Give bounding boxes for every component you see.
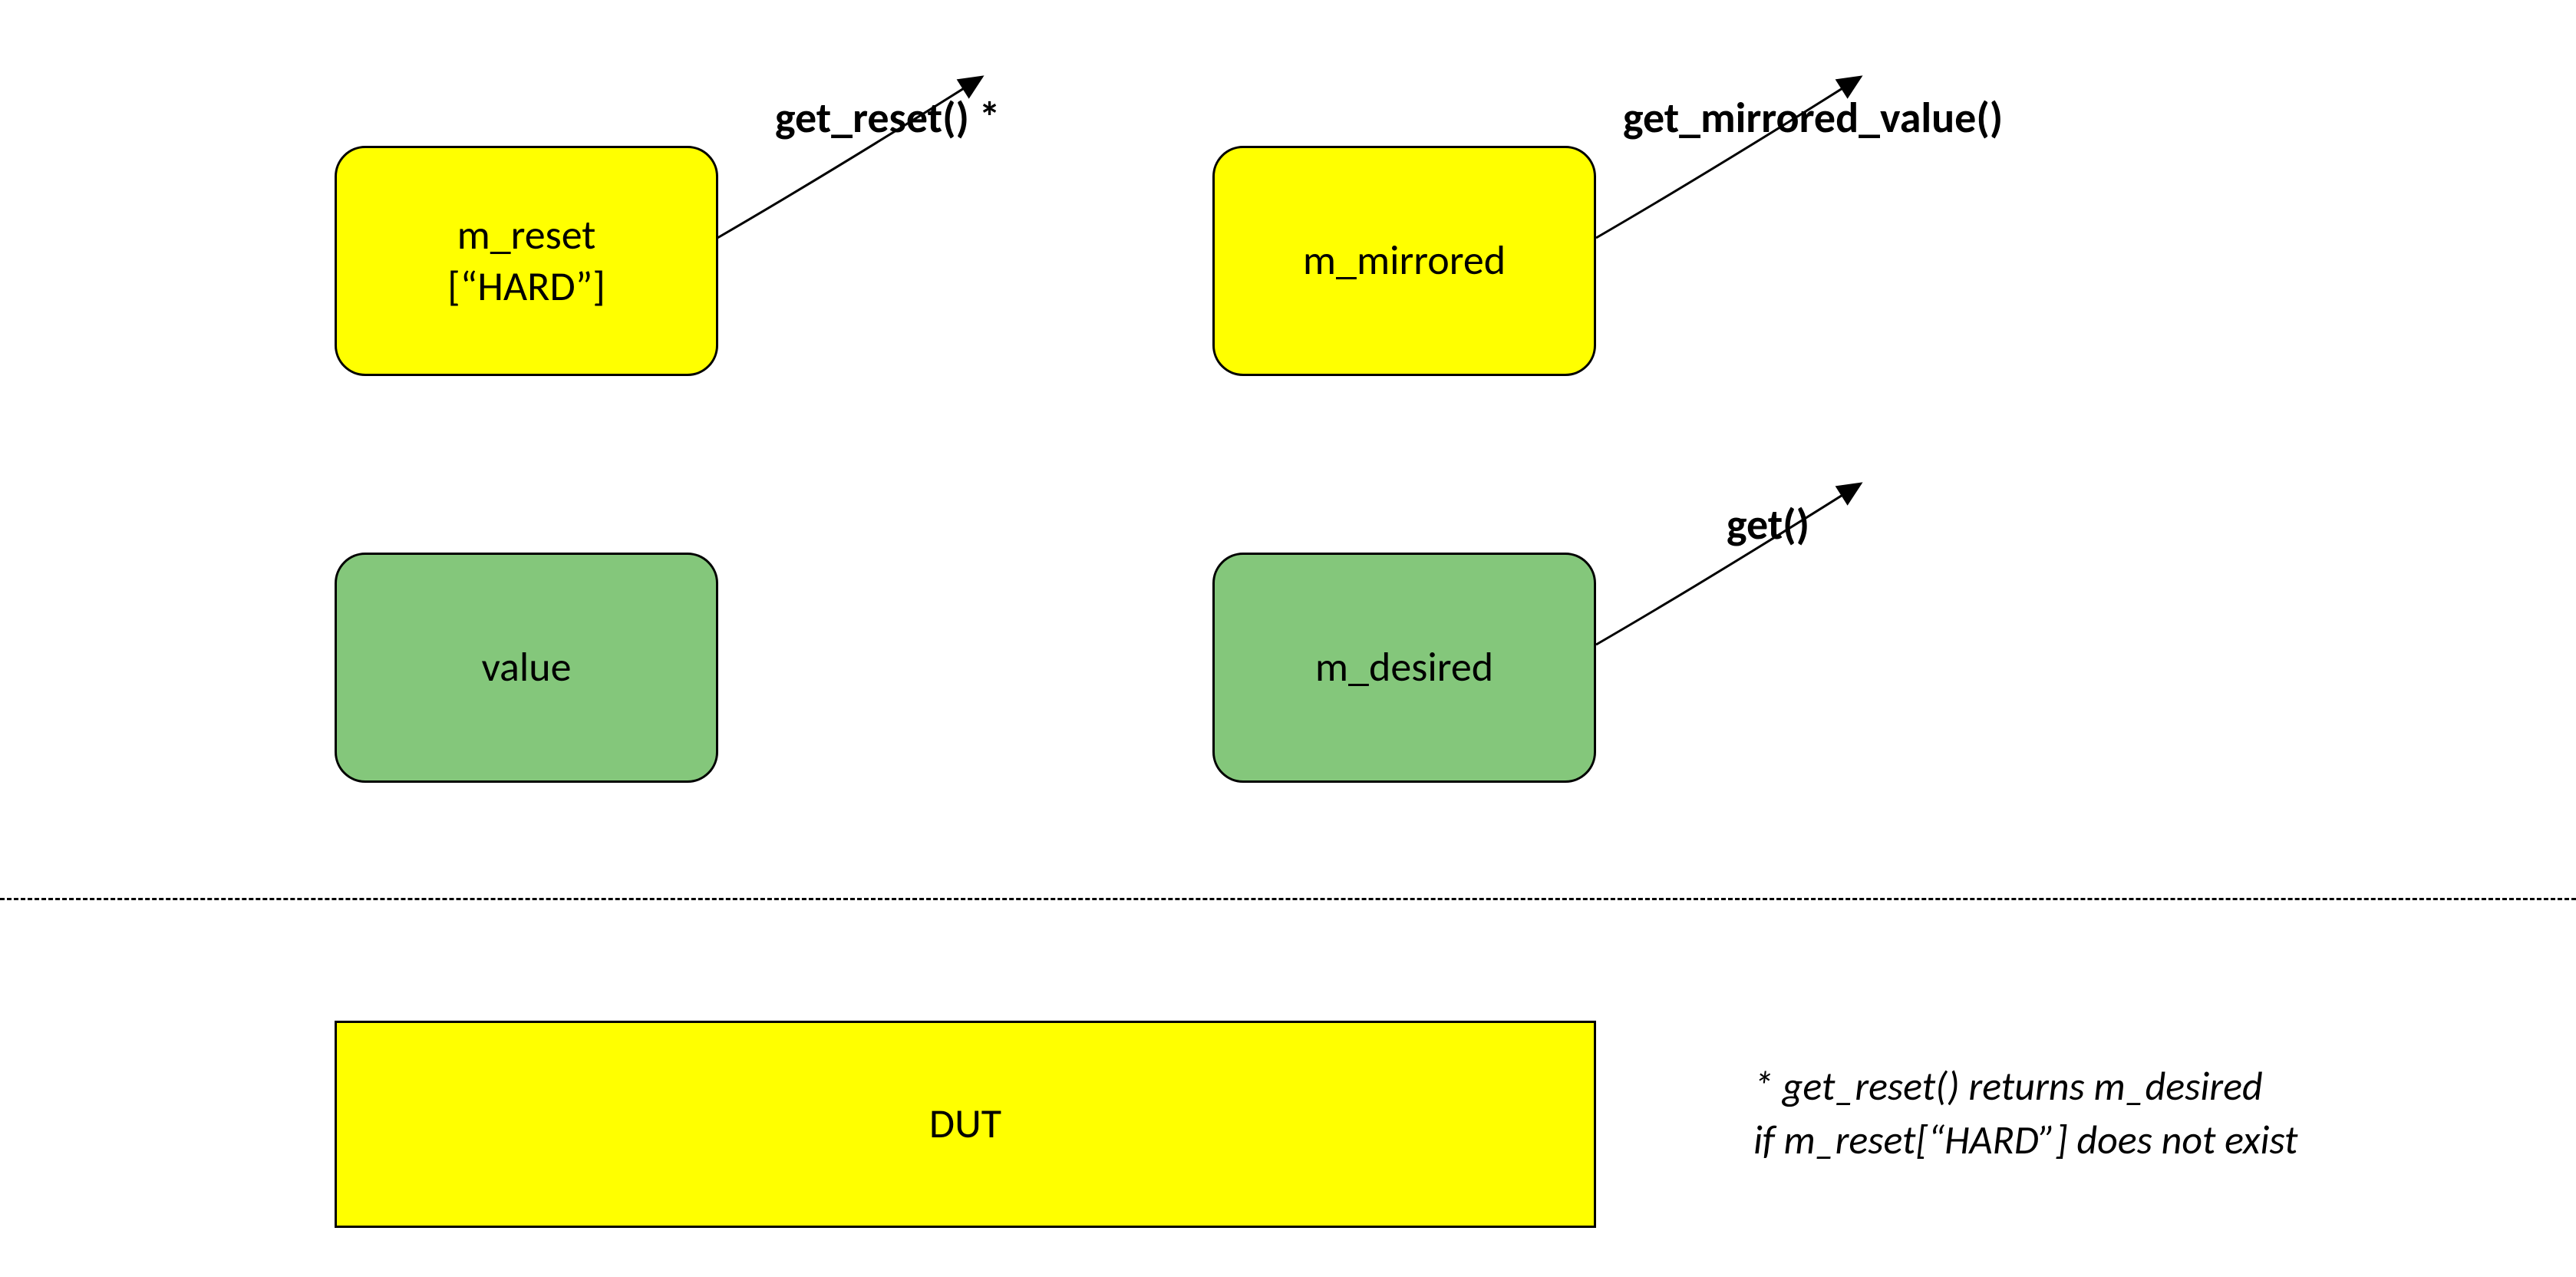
footnote-text: * get_reset() returns m_desired if m_res… (1753, 1059, 2297, 1166)
box-m-mirrored-label: m_mirrored (1303, 235, 1506, 287)
box-value: value (335, 553, 718, 783)
box-m-desired-label: m_desired (1315, 642, 1493, 694)
box-m-desired: m_desired (1212, 553, 1596, 783)
box-dut: DUT (335, 1021, 1596, 1228)
box-value-label: value (481, 642, 571, 694)
box-dut-label: DUT (929, 1098, 1001, 1150)
box-m-mirrored: m_mirrored (1212, 146, 1596, 376)
divider-line (0, 898, 2576, 900)
box-m-reset-label: m_reset [“HARD”] (447, 210, 605, 313)
label-get-reset: get_reset() * (775, 92, 1001, 144)
label-get-mirrored-value: get_mirrored_value() (1623, 92, 2003, 144)
label-get: get() (1727, 499, 1809, 551)
diagram-canvas: m_reset [“HARD”] m_mirrored value m_desi… (0, 0, 2576, 1277)
box-m-reset: m_reset [“HARD”] (335, 146, 718, 376)
